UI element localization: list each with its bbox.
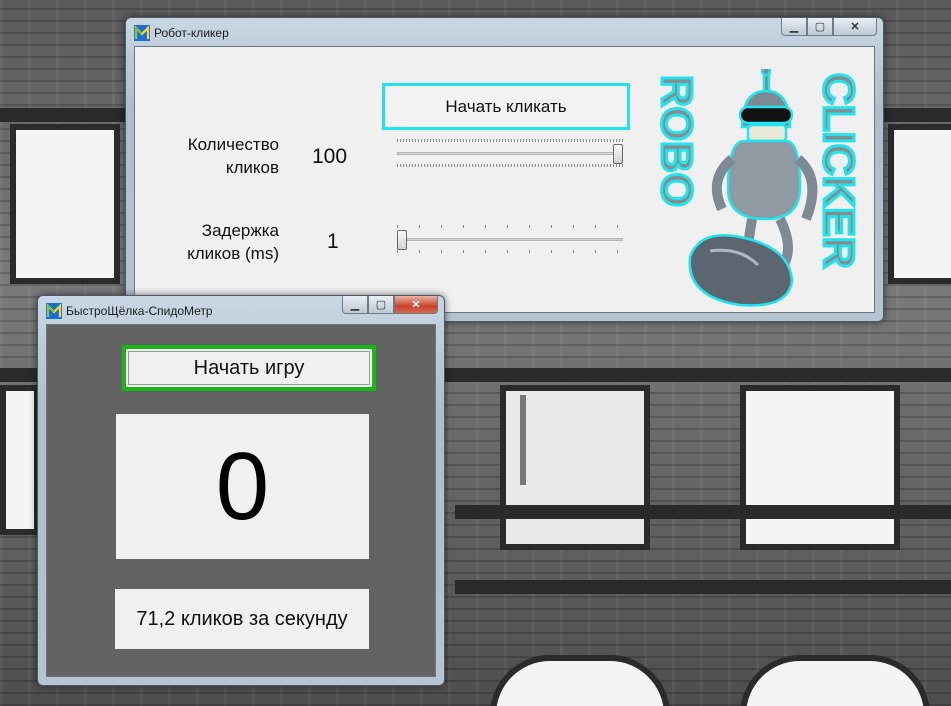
delay-label: Задержка кликов (ms): [155, 219, 279, 265]
maximize-icon: ▢: [814, 21, 826, 33]
maximize-icon: ▢: [375, 299, 387, 311]
title-bar[interactable]: Робот-кликер ▁ ▢ ✕: [126, 18, 883, 46]
delay-label-line2: кликов (ms): [187, 244, 279, 263]
close-icon: ✕: [411, 299, 421, 311]
start-game-button[interactable]: Начать игру: [122, 345, 376, 391]
app-icon: [134, 25, 150, 41]
delay-label-line1: Задержка: [201, 221, 279, 240]
robot-mascot-icon: [688, 69, 818, 307]
maximize-button[interactable]: ▢: [807, 18, 833, 36]
delay-slider[interactable]: [397, 225, 623, 253]
robo-clicker-logo: ROBO CLICKER: [651, 69, 865, 307]
minimize-icon: ▁: [789, 21, 799, 33]
title-bar[interactable]: БыстроЩёлка-СпидоМетр ▁ ▢ ✕: [38, 296, 444, 324]
click-count-slider[interactable]: [397, 139, 623, 167]
start-clicking-button[interactable]: Начать кликать: [382, 83, 630, 130]
click-count-label-line1: Количество: [187, 135, 279, 154]
minimize-button[interactable]: ▁: [342, 296, 368, 314]
click-count-label-line2: кликов: [225, 158, 279, 177]
click-score-display: 0: [116, 414, 369, 559]
start-game-button-label: Начать игру: [128, 351, 370, 385]
speedometer-window: БыстроЩёлка-СпидоМетр ▁ ▢ ✕ Начать игру …: [37, 295, 445, 686]
speedometer-client-area: Начать игру 0 71,2 кликов за секунду: [46, 324, 436, 677]
click-count-label: Количество кликов: [155, 133, 279, 179]
app-icon: [46, 303, 62, 319]
close-button[interactable]: ✕: [394, 296, 438, 314]
robot-clicker-window: Робот-кликер ▁ ▢ ✕ Начать кликать Количе…: [125, 17, 884, 322]
logo-text-clicker: CLICKER: [814, 73, 863, 269]
minimize-button[interactable]: ▁: [781, 18, 807, 36]
delay-value: 1: [327, 230, 339, 253]
close-button[interactable]: ✕: [833, 18, 877, 36]
click-count-slider-thumb[interactable]: [613, 144, 623, 164]
close-icon: ✕: [850, 21, 860, 33]
delay-slider-thumb[interactable]: [397, 230, 407, 250]
click-count-value: 100: [312, 145, 348, 168]
clicks-per-second-display: 71,2 кликов за секунду: [115, 589, 369, 649]
window-title: Робот-кликер: [154, 26, 229, 40]
minimize-icon: ▁: [350, 299, 360, 311]
maximize-button[interactable]: ▢: [368, 296, 394, 314]
logo-text-robo: ROBO: [652, 75, 701, 207]
window-title: БыстроЩёлка-СпидоМетр: [66, 304, 213, 318]
robot-client-area: Начать кликать Количество кликов 100 Зад…: [134, 46, 875, 313]
